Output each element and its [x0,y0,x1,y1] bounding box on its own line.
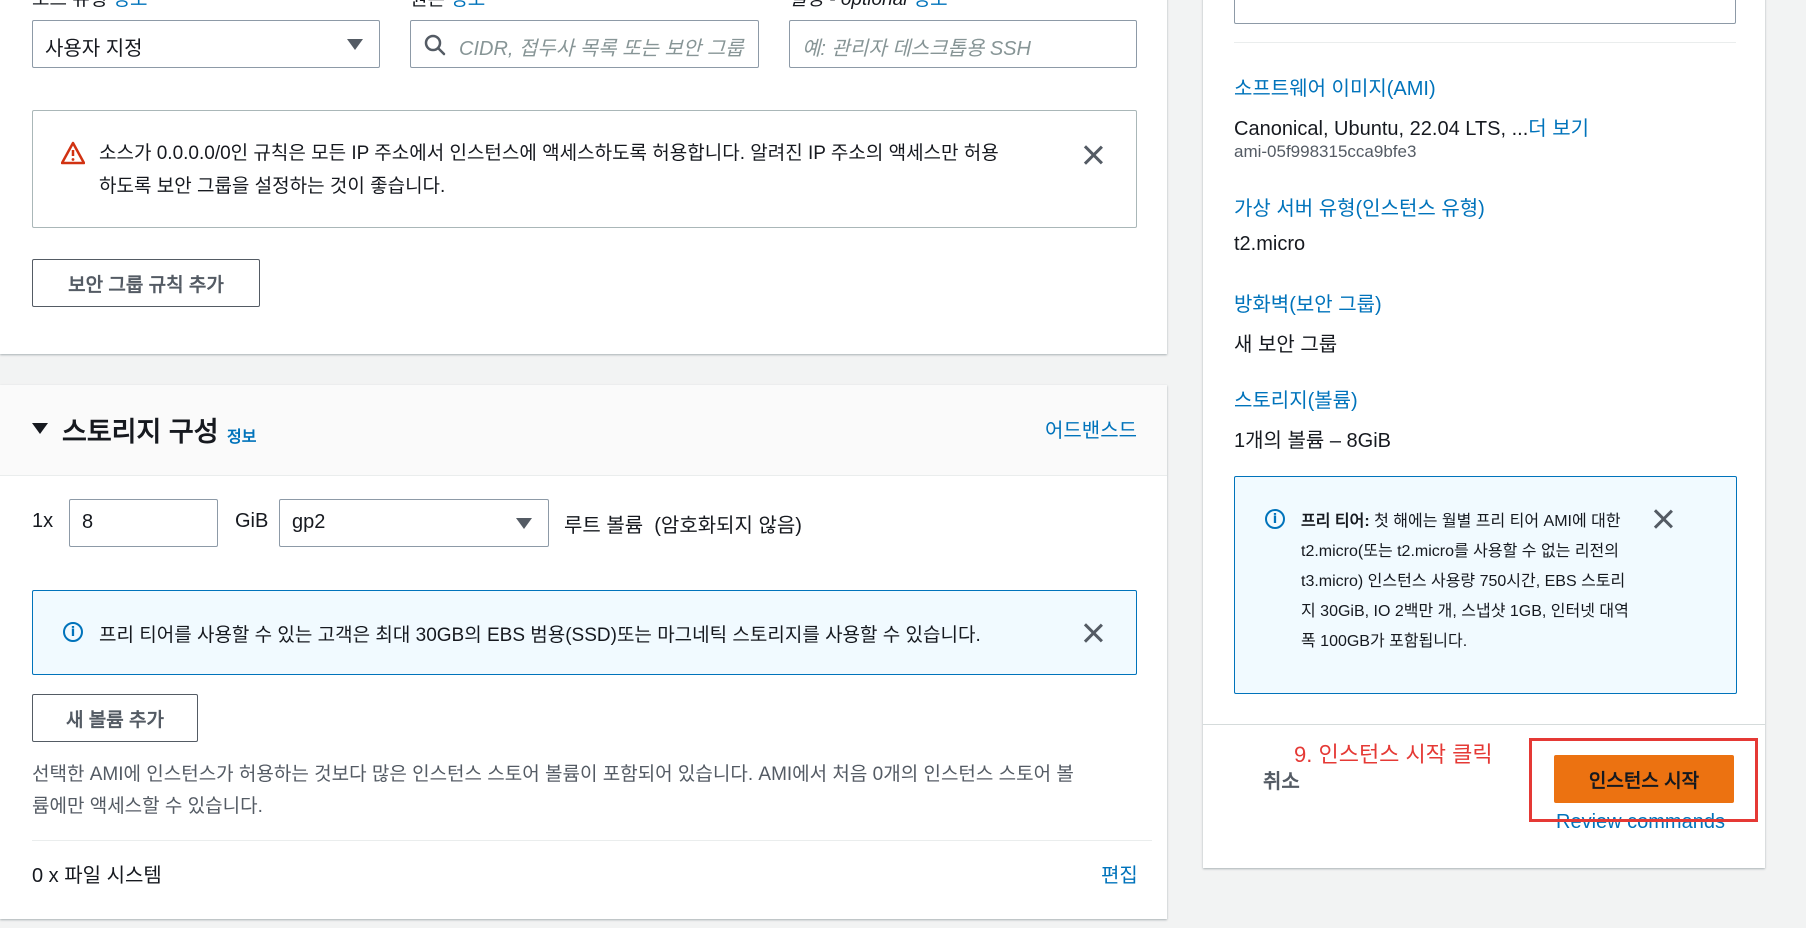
storage-summary-label: 스토리지(볼륨) [1234,390,1358,412]
cancel-button[interactable]: 취소 [1263,765,1300,794]
ami-label: 소프트웨어 이미지(AMI) [1234,78,1436,100]
volume-size-input[interactable]: 8 [69,499,218,547]
description-placeholder: 예: 관리자 데스크톱용 SSH [802,38,1031,60]
source-type-value: 사용자 지정 [45,38,143,60]
source-placeholder: CIDR, 접두사 목록 또는 보안 그룹 [459,38,744,60]
instance-store-note: 선택한 AMI에 인스턴스가 허용하는 것보다 많은 인스턴스 스토어 볼륨이 … [32,764,1074,817]
divider [1234,42,1736,43]
source-type-label: 소스 유형 정보 [32,0,147,11]
warning-icon [61,141,85,165]
close-icon[interactable] [1081,143,1105,167]
volume-unit-label: GiB [235,510,269,532]
source-search-input[interactable]: CIDR, 접두사 목록 또는 보안 그룹 [410,20,759,68]
ami-id: ami-05f998315cca9bfe3 [1234,142,1417,161]
storage-info-link[interactable]: 정보 [227,423,256,447]
description-label: 설명 - optional 정보 [789,0,948,11]
chevron-down-icon [516,518,532,529]
description-input[interactable]: 예: 관리자 데스크톱용 SSH [789,20,1137,68]
summary-panel: 소프트웨어 이미지(AMI) Canonical, Ubuntu, 22.04 … [1203,0,1765,868]
volume-count-label: 1x [32,510,54,532]
add-security-rule-button[interactable]: 보안 그룹 규칙 추가 [32,259,260,307]
divider [32,840,1152,841]
close-icon[interactable] [1651,507,1675,531]
collapse-caret-icon[interactable] [32,423,48,434]
summary-footer-divider [1203,724,1765,725]
free-tier-text: 프리 티어: 첫 해에는 월별 프리 티어 AMI에 대한 t2.micro(또… [1301,513,1629,650]
search-icon [424,34,446,56]
warning-alert: 소스가 0.0.0.0/0인 규칙은 모든 IP 주소에서 인스턴스에 액세스하… [32,110,1137,228]
volume-size-value: 8 [82,511,94,533]
instance-type-value: t2.micro [1234,233,1306,255]
info-icon: i [1265,509,1285,529]
highlight-box [1529,738,1758,822]
source-type-select[interactable]: 사용자 지정 [32,20,380,68]
storage-panel: 스토리지 구성 정보 어드밴스드 1x 8 GiB gp2 루트 볼륨 (암호화… [0,385,1167,919]
close-icon[interactable] [1081,621,1105,645]
tutorial-annotation: 9. 인스턴스 시작 클릭 [1294,742,1493,767]
free-tier-alert: i 프리 티어: 첫 해에는 월별 프리 티어 AMI에 대한 t2.micro… [1234,476,1737,694]
ami-value: Canonical, Ubuntu, 22.04 LTS, ...더 보기 [1234,118,1590,140]
free-tier-storage-text: 프리 티어를 사용할 수 있는 고객은 최대 30GB의 EBS 범용(SSD)… [99,625,981,646]
root-volume-label: 루트 볼륨 (암호화되지 않음) [564,515,802,537]
chevron-down-icon [347,39,363,50]
instance-count-input[interactable] [1234,0,1736,24]
edit-filesystems-link[interactable]: 편집 [1101,859,1138,888]
firewall-label: 방화벽(보안 그룹) [1234,294,1382,316]
volume-type-select[interactable]: gp2 [279,499,549,547]
warning-text: 소스가 0.0.0.0/0인 규칙은 모든 IP 주소에서 인스턴스에 액세스하… [99,143,999,197]
free-tier-storage-alert: i 프리 티어를 사용할 수 있는 고객은 최대 30GB의 EBS 범용(SS… [32,590,1137,675]
security-group-panel: 소스 유형 정보 원본 정보 설명 - optional 정보 사용자 지정 C… [0,0,1167,354]
storage-title: 스토리지 구성 [62,417,219,447]
instance-type-label: 가상 서버 유형(인스턴스 유형) [1234,198,1485,220]
storage-summary-value: 1개의 볼륨 – 8GiB [1234,430,1391,452]
source-label: 원본 정보 [410,0,485,11]
advanced-link[interactable]: 어드밴스드 [1045,414,1137,443]
info-icon: i [63,622,83,642]
ami-more-link[interactable]: 더 보기 [1528,118,1589,140]
firewall-value: 새 보안 그룹 [1234,334,1338,356]
filesystems-label: 0 x 파일 시스템 [32,865,162,887]
volume-type-value: gp2 [292,511,326,533]
add-volume-button[interactable]: 새 볼륨 추가 [32,694,198,742]
